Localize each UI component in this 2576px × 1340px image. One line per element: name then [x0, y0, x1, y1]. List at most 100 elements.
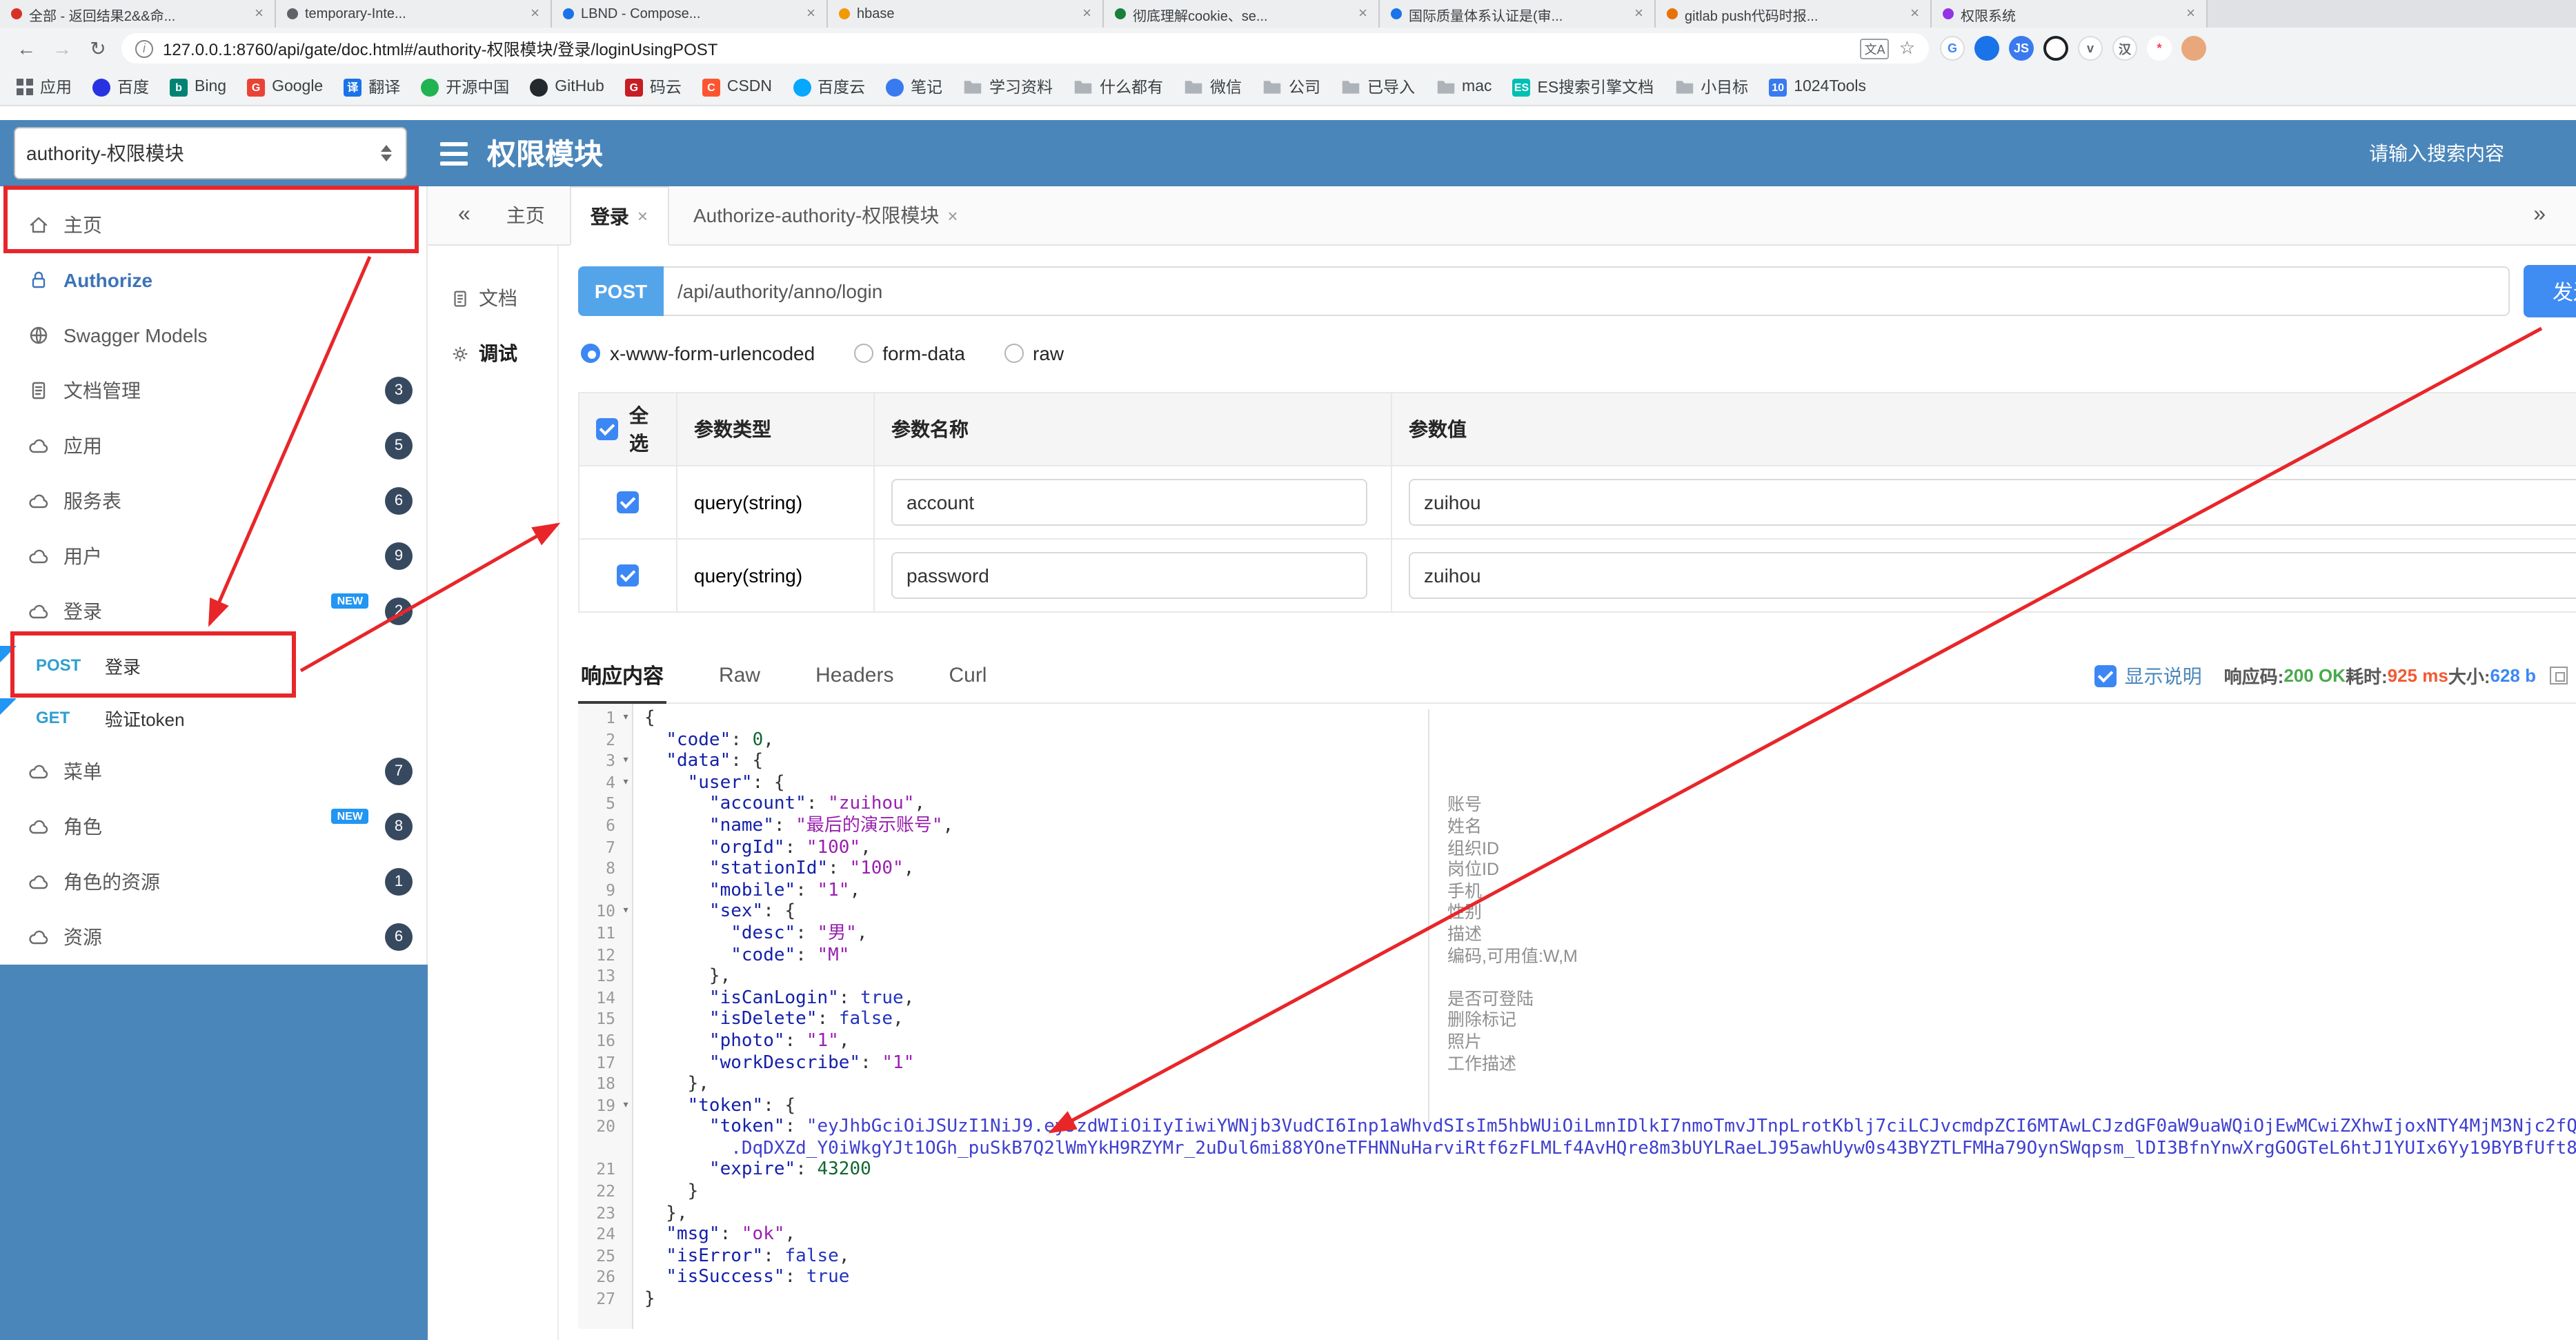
han-translate-icon[interactable]: 汉 [2112, 36, 2137, 61]
bookmark-csdn[interactable]: C CSDN [702, 78, 772, 96]
collapse-tabs-icon[interactable]: « [447, 203, 482, 228]
browser-tab[interactable]: 彻底理解cookie、se... × [1104, 0, 1380, 28]
back-button[interactable]: ← [14, 37, 39, 59]
radio-raw[interactable]: raw [1004, 342, 1064, 364]
tab-login[interactable]: 登录 × [569, 186, 668, 246]
show-desc-checkbox[interactable] [2094, 664, 2117, 687]
red-asterisk-icon[interactable]: * [2147, 36, 2172, 61]
blue-paw-icon[interactable] [1974, 36, 1999, 61]
sidebar-item-user[interactable]: 用户 9 [0, 529, 426, 584]
fold-icon[interactable]: ▾ [618, 751, 633, 772]
bookmark-mac[interactable]: mac [1436, 79, 1492, 95]
bookmark-imported[interactable]: 已导入 [1341, 76, 1415, 98]
reload-button[interactable]: ↻ [86, 37, 110, 60]
page-info-icon[interactable]: i [135, 39, 153, 57]
bookmark-baidu[interactable]: 百度 [92, 76, 149, 98]
sidebar-api-login-post[interactable]: POST 登录 [0, 639, 426, 691]
tab-authorize-module[interactable]: Authorize-authority-权限模块 × [674, 186, 978, 244]
response-tab-raw[interactable]: Raw [716, 648, 763, 703]
bookmark-translate[interactable]: 译翻译 [344, 76, 400, 98]
sidebar-item-role[interactable]: 角色 NEW 8 [0, 799, 426, 854]
send-button[interactable]: 发送 [2524, 265, 2576, 317]
bookmark-everything[interactable]: 什么都有 [1073, 76, 1163, 98]
sidebar-item-role-resource[interactable]: 角色的资源 1 [0, 854, 426, 909]
sidebar-item-app[interactable]: 应用 5 [0, 418, 426, 473]
tab-close-icon[interactable]: × [806, 6, 815, 22]
sidebar-item-menu[interactable]: 菜单 7 [0, 744, 426, 799]
translate-icon[interactable]: 文A [1860, 38, 1890, 59]
close-tab-icon[interactable]: × [947, 205, 958, 226]
fold-icon[interactable]: ▾ [618, 902, 633, 923]
response-tab-content[interactable]: 响应内容 [578, 649, 667, 704]
bookmark-small-goal[interactable]: 小目标 [1674, 76, 1748, 98]
sidebar-api-verify-token[interactable]: GET 验证token [0, 691, 426, 744]
tab-home[interactable]: 主页 [487, 186, 564, 244]
forward-button[interactable]: → [50, 37, 75, 59]
bookmark-tools-1024[interactable]: 10 1024Tools [1769, 78, 1866, 96]
close-tab-icon[interactable]: × [637, 206, 648, 226]
response-tab-headers[interactable]: Headers [813, 648, 896, 703]
avatar-icon[interactable] [2181, 36, 2206, 61]
bookmark-wechat[interactable]: 微信 [1184, 76, 1242, 98]
tab-close-icon[interactable]: × [2186, 6, 2195, 22]
fold-icon[interactable]: ▾ [618, 1095, 633, 1116]
menu-icon[interactable] [440, 141, 468, 165]
browser-tab[interactable]: hbase × [828, 0, 1104, 28]
bookmark-company[interactable]: 公司 [1262, 76, 1320, 98]
row-checkbox[interactable] [617, 564, 639, 587]
radio-form-data[interactable]: form-data [853, 342, 965, 364]
sidebar-item-swagger-models[interactable]: Swagger Models [0, 308, 426, 363]
param-value-input[interactable]: zuihou [1409, 479, 2576, 526]
bookmark-bing[interactable]: b Bing [170, 78, 226, 96]
tab-close-icon[interactable]: × [1910, 6, 1919, 22]
radio-x-www-form-urlencoded[interactable]: x-www-form-urlencoded [581, 342, 815, 364]
bookmark-notes[interactable]: 笔记 [886, 76, 942, 98]
show-desc-toggle[interactable]: 显示说明 [2094, 662, 2202, 689]
module-select[interactable]: authority-权限模块 [14, 127, 407, 179]
nav-item-doc[interactable]: 文档 [428, 270, 557, 326]
bookmark-es-docs[interactable]: ES ES搜索引擎文档 [1512, 76, 1654, 98]
sidebar-item-login[interactable]: 登录 NEW 2 [0, 584, 426, 639]
bookmark-study[interactable]: 学习资料 [963, 76, 1053, 98]
select-all-checkbox[interactable] [596, 418, 618, 440]
nav-item-debug[interactable]: 调试 [428, 326, 557, 381]
browser-tab[interactable]: 全部 - 返回结果2&&命... × [0, 0, 276, 28]
tab-close-icon[interactable]: × [255, 6, 264, 22]
json-formatter-icon[interactable]: JS [2009, 36, 2034, 61]
param-name-input[interactable]: password [891, 552, 1367, 599]
request-path-input[interactable]: /api/authority/anno/login [664, 266, 2510, 316]
tab-close-icon[interactable]: × [531, 6, 539, 22]
fullscreen-icon[interactable] [2550, 667, 2568, 684]
fold-icon[interactable]: ▾ [618, 708, 633, 729]
response-tab-curl[interactable]: Curl [946, 648, 989, 703]
browser-tab[interactable]: 权限系统 × [1932, 0, 2208, 28]
browser-tab[interactable]: temporary-Inte... × [276, 0, 552, 28]
response-json-editor[interactable]: 1 ▾{2 "code": 0, 3 ▾ "data": {4 ▾ "user": {5… [578, 704, 2576, 1329]
bookmark-github[interactable]: GitHub [530, 78, 604, 96]
tab-close-icon[interactable]: × [1358, 6, 1367, 22]
bookmark-oschina[interactable]: 开源中国 [421, 76, 509, 98]
bookmark-star-icon[interactable]: ☆ [1899, 37, 1915, 59]
sidebar-item-service-table[interactable]: 服务表 6 [0, 473, 426, 529]
google-icon[interactable]: G [1940, 36, 1965, 61]
tab-close-icon[interactable]: × [1082, 6, 1091, 22]
param-name-input[interactable]: account [891, 479, 1367, 526]
url-field[interactable]: i 127.0.0.1:8760/api/gate/doc.html#/auth… [121, 33, 1929, 63]
row-checkbox[interactable] [617, 491, 639, 513]
browser-tab[interactable]: 国际质量体系认证是(审... × [1380, 0, 1656, 28]
bookmark-gitee[interactable]: G 码云 [624, 76, 682, 98]
tab-close-icon[interactable]: × [1634, 6, 1643, 22]
sidebar-item-resource[interactable]: 资源 6 [0, 909, 426, 965]
browser-tab[interactable]: LBND - Compose... × [552, 0, 828, 28]
bookmark-baidu-cloud[interactable]: 百度云 [793, 76, 865, 98]
search-input[interactable]: 请输入搜索内容 [2369, 139, 2504, 167]
expand-tabs-icon[interactable]: » [2522, 203, 2557, 228]
bookmark-apps[interactable]: 应用 [17, 76, 72, 98]
param-value-input[interactable]: zuihou [1409, 552, 2576, 599]
sidebar-item-authorize[interactable]: Authorize [0, 253, 426, 308]
sidebar-item-home[interactable]: 主页 [0, 197, 426, 253]
fold-icon[interactable]: ▾ [618, 773, 633, 794]
bookmark-google[interactable]: G Google [247, 78, 323, 96]
dark-ring-icon[interactable] [2043, 36, 2068, 61]
browser-tab[interactable]: gitlab push代码时报... × [1656, 0, 1932, 28]
